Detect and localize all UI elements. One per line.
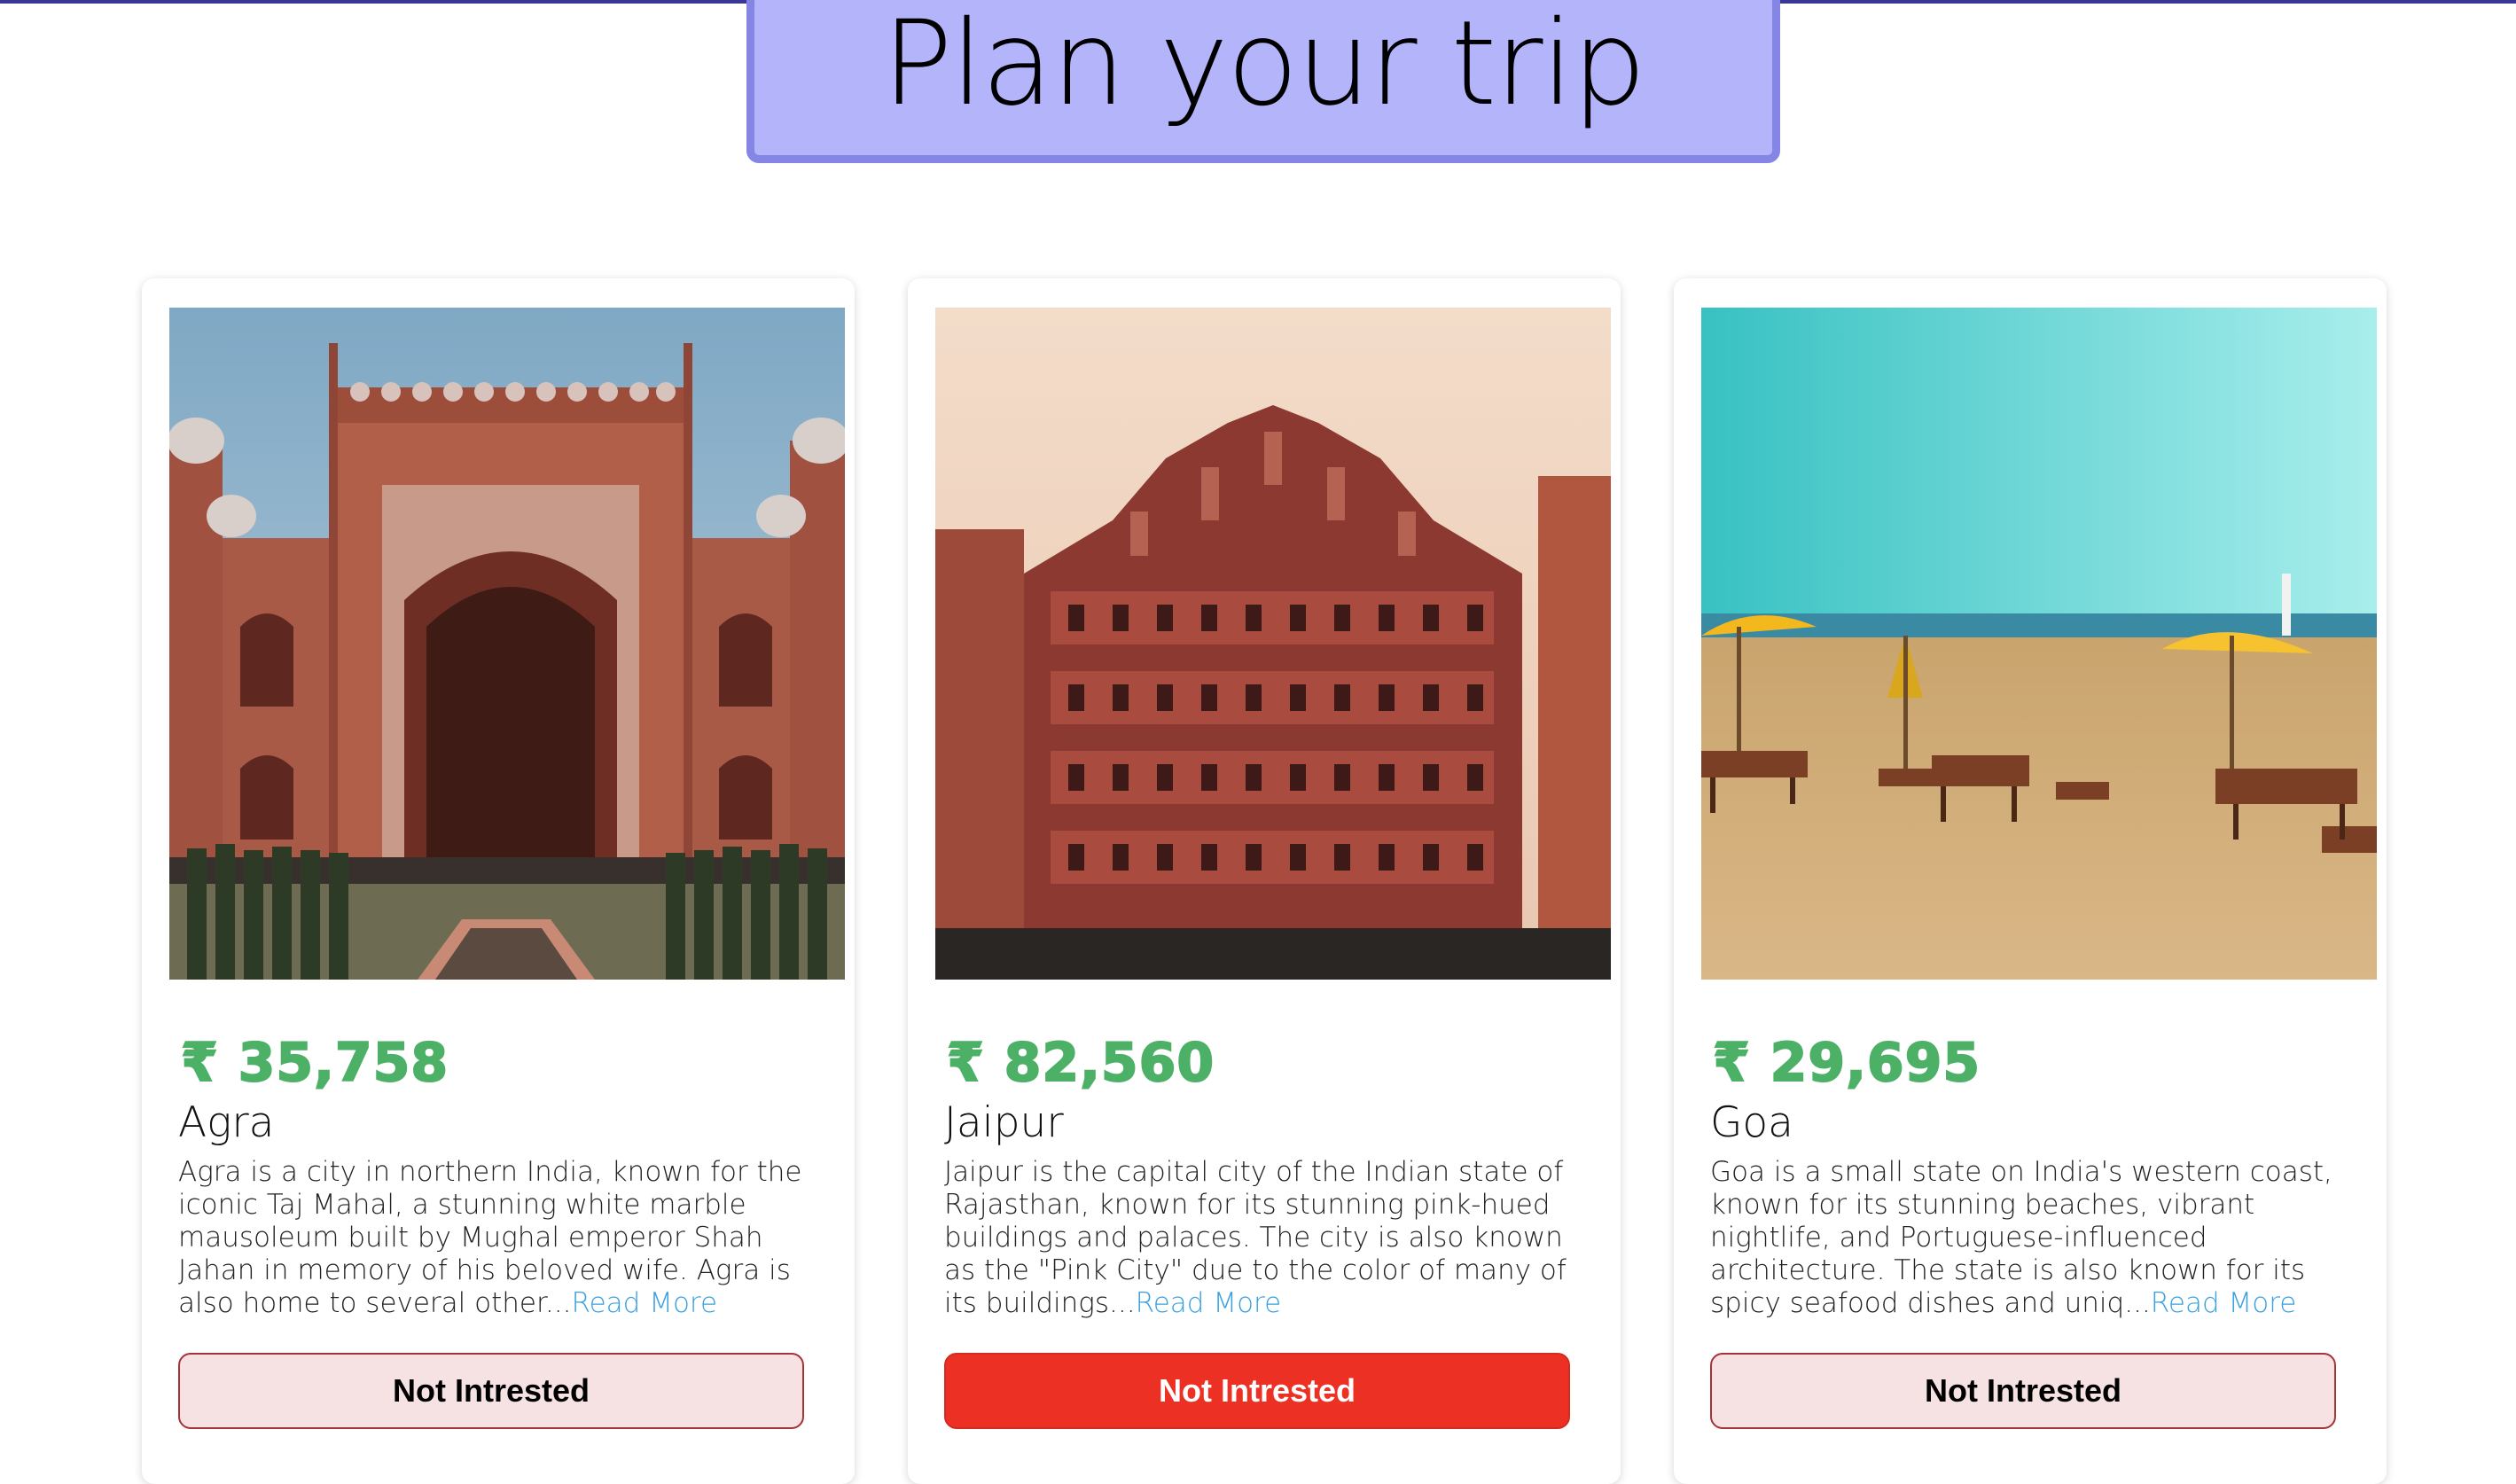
page-title-banner: Plan your trip [746, 0, 1780, 163]
hawa-mahal-palace-photo [935, 308, 1611, 980]
price: ₹ 29,695 [1712, 1031, 1981, 1095]
city-description: Goa is a small state on India's western … [1710, 1156, 2357, 1320]
destination-card-jaipur: ₹ 82,560 Jaipur Jaipur is the capital ci… [908, 278, 1621, 1484]
city-name: Goa [1710, 1098, 1793, 1147]
city-description: Jaipur is the capital city of the Indian… [944, 1156, 1591, 1320]
destination-card-agra: ₹ 35,758 Agra Agra is a city in northern… [142, 278, 855, 1484]
price: ₹ 82,560 [946, 1031, 1215, 1095]
not-interested-button[interactable]: Not Intrested [944, 1353, 1570, 1429]
read-more-link[interactable]: Read More [571, 1287, 717, 1319]
page-title: Plan your trip [881, 0, 1646, 132]
beach-umbrellas-photo [1701, 308, 2377, 980]
not-interested-button[interactable]: Not Intrested [1710, 1353, 2336, 1429]
red-sandstone-gate-photo [169, 308, 845, 980]
price: ₹ 35,758 [180, 1031, 449, 1095]
read-more-link[interactable]: Read More [1136, 1287, 1282, 1319]
city-name: Jaipur [944, 1098, 1064, 1147]
not-interested-button[interactable]: Not Intrested [178, 1353, 804, 1429]
city-description: Agra is a city in northern India, known … [178, 1156, 825, 1320]
city-name: Agra [178, 1098, 275, 1147]
destination-card-goa: ₹ 29,695 Goa Goa is a small state on Ind… [1674, 278, 2387, 1484]
read-more-link[interactable]: Read More [2151, 1287, 2297, 1319]
